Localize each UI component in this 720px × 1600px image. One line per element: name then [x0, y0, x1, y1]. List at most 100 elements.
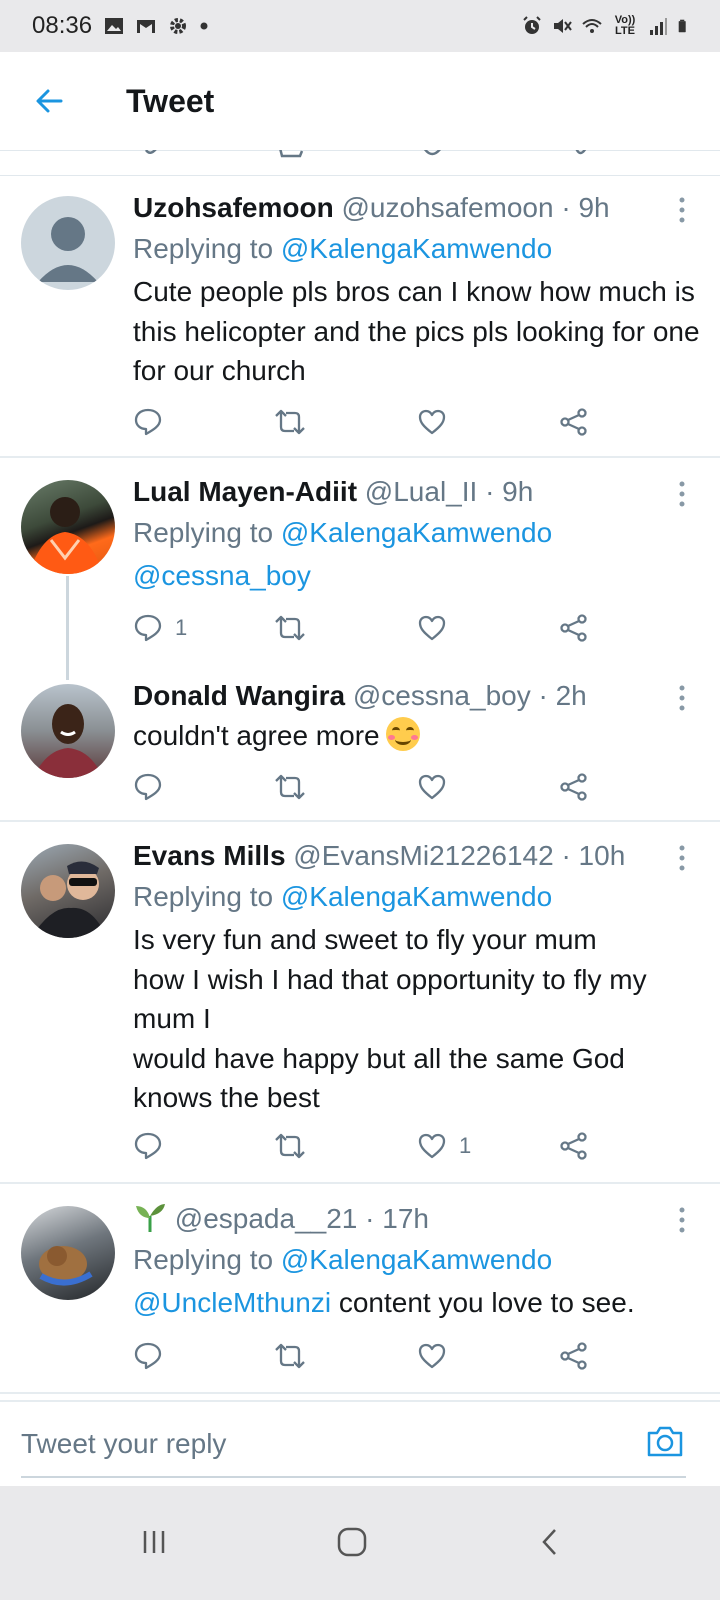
share-button[interactable] [559, 769, 589, 805]
timestamp: · 17h [365, 1203, 429, 1234]
avatar-lual[interactable] [21, 480, 115, 574]
replying-to-link[interactable]: @KalengaKamwendo [281, 517, 552, 548]
input-underline [21, 1476, 686, 1478]
default-avatar-icon [38, 217, 98, 282]
retweet-button[interactable] [273, 1128, 307, 1164]
replying-to: Replying to @KalengaKamwendo [133, 1241, 700, 1279]
retweet-icon [275, 615, 305, 641]
more-options-icon[interactable] [674, 1206, 690, 1234]
retweet-button[interactable] [273, 610, 307, 646]
replying-to-link[interactable]: @KalengaKamwendo [281, 233, 552, 264]
handle[interactable]: @Lual_II [365, 476, 478, 507]
more-options-icon[interactable] [674, 196, 690, 224]
like-button[interactable] [417, 769, 447, 805]
avatar-evans[interactable] [21, 844, 115, 938]
like-button[interactable] [417, 610, 459, 646]
tweet-header: @espada__21 · 17h [133, 1200, 700, 1237]
replying-prefix: Replying to [133, 881, 274, 912]
tweet-espada[interactable]: @espada__21 · 17h Replying to @KalengaKa… [0, 1186, 720, 1394]
retweet-button[interactable] [273, 769, 307, 805]
tweet-uzohsafemoon[interactable]: Uzohsafemoon @uzohsafemoon · 9h Replying… [0, 176, 720, 458]
system-back-button[interactable] [530, 1522, 570, 1562]
replying-to: Replying to @KalengaKamwendo [133, 230, 700, 268]
app-bar: Tweet [0, 52, 720, 151]
reply-icon [134, 1132, 162, 1160]
share-button[interactable] [559, 404, 589, 440]
replying-prefix: Replying to [133, 517, 274, 548]
tweet-text: @cessna_boy [133, 556, 700, 596]
reply-icon [134, 1342, 162, 1370]
like-button[interactable] [417, 404, 459, 440]
reply-icon [134, 773, 162, 801]
timestamp: · 10h [561, 840, 626, 871]
like-count: 1 [459, 1133, 472, 1158]
more-options-icon[interactable] [674, 684, 690, 712]
reply-input[interactable]: Tweet your reply [21, 1428, 226, 1460]
tweet-header: Evans Mills @EvansMi21226142 · 10h [133, 838, 700, 874]
display-name[interactable]: Uzohsafemoon [133, 192, 334, 223]
display-name[interactable]: Donald Wangira [133, 680, 345, 711]
page-title: Tweet [126, 82, 215, 119]
tweet-actions [133, 404, 613, 440]
recents-button[interactable] [134, 1522, 174, 1562]
tweet-text-body: content you love to see. [338, 1287, 635, 1318]
like-button[interactable] [417, 1338, 447, 1374]
display-name[interactable]: Lual Mayen-Adiit [133, 476, 357, 507]
display-name[interactable]: Evans Mills [133, 840, 286, 871]
partial-actions-icons [144, 147, 588, 158]
share-button[interactable] [559, 610, 589, 646]
back-button[interactable] [24, 76, 74, 126]
alarm-icon [523, 16, 541, 34]
avatar-default[interactable] [21, 196, 115, 290]
more-options-icon[interactable] [674, 844, 690, 872]
reply-button[interactable] [133, 1338, 163, 1374]
timestamp: · 9h [561, 192, 610, 223]
back-icon [542, 1529, 556, 1555]
share-button[interactable] [559, 1338, 589, 1374]
profile-photo-evans [31, 861, 107, 938]
tweet-actions: 1 [133, 610, 613, 646]
handle[interactable]: @uzohsafemoon [341, 192, 553, 223]
share-icon [560, 408, 587, 436]
tweet-text: @UncleMthunzi content you love to see. [133, 1283, 700, 1323]
home-button[interactable] [332, 1522, 372, 1562]
replying-to-link[interactable]: @KalengaKamwendo [281, 881, 552, 912]
more-options-icon[interactable] [674, 480, 690, 508]
reply-button[interactable]: 1 [133, 610, 187, 646]
tweet-text-line: how I wish I had that opportunity to fly… [133, 963, 647, 995]
camera-icon [647, 1426, 683, 1457]
camera-button[interactable] [646, 1424, 684, 1463]
reply-button[interactable] [133, 404, 175, 440]
tweet-text-body: couldn't agree more [133, 720, 380, 751]
share-button[interactable] [559, 1128, 589, 1164]
tweet-donald-wangira[interactable]: Donald Wangira @cessna_boy · 2h couldn't… [0, 664, 720, 822]
heart-icon [418, 1343, 446, 1369]
handle[interactable]: @EvansMi21226142 [293, 840, 553, 871]
replying-prefix: Replying to [133, 1244, 274, 1275]
avatar-donald[interactable] [21, 684, 115, 778]
heart-icon [418, 615, 446, 641]
like-button[interactable]: 1 [417, 1128, 471, 1164]
retweet-button[interactable] [273, 1338, 307, 1374]
reply-button[interactable] [133, 1128, 163, 1164]
partial-tweet-actions [0, 147, 720, 176]
heart-icon [418, 409, 446, 435]
reply-button[interactable] [133, 769, 163, 805]
mention-link[interactable]: @UncleMthunzi [133, 1287, 331, 1318]
mention-link[interactable]: @cessna_boy [133, 560, 311, 591]
seedling-icon[interactable] [133, 1200, 167, 1234]
handle[interactable]: @espada__21 [175, 1203, 358, 1234]
status-time: 08:36 [32, 12, 93, 39]
home-icon [337, 1527, 367, 1557]
profile-photo-donald [33, 704, 103, 778]
tweet-evans-mills[interactable]: Evans Mills @EvansMi21226142 · 10h Reply… [0, 824, 720, 1184]
tweet-text-line: Is very fun and sweet to fly your mum [133, 924, 597, 955]
tweet-lual-mayen[interactable]: Lual Mayen-Adiit @Lual_II · 9h Replying … [0, 460, 720, 660]
handle[interactable]: @cessna_boy [353, 680, 531, 711]
retweet-button[interactable] [273, 404, 307, 440]
share-icon [560, 1132, 587, 1160]
replying-to-link[interactable]: @KalengaKamwendo [281, 1244, 552, 1275]
heart-icon [418, 1133, 446, 1159]
wifi-icon [582, 19, 602, 33]
avatar-espada[interactable] [21, 1206, 115, 1300]
